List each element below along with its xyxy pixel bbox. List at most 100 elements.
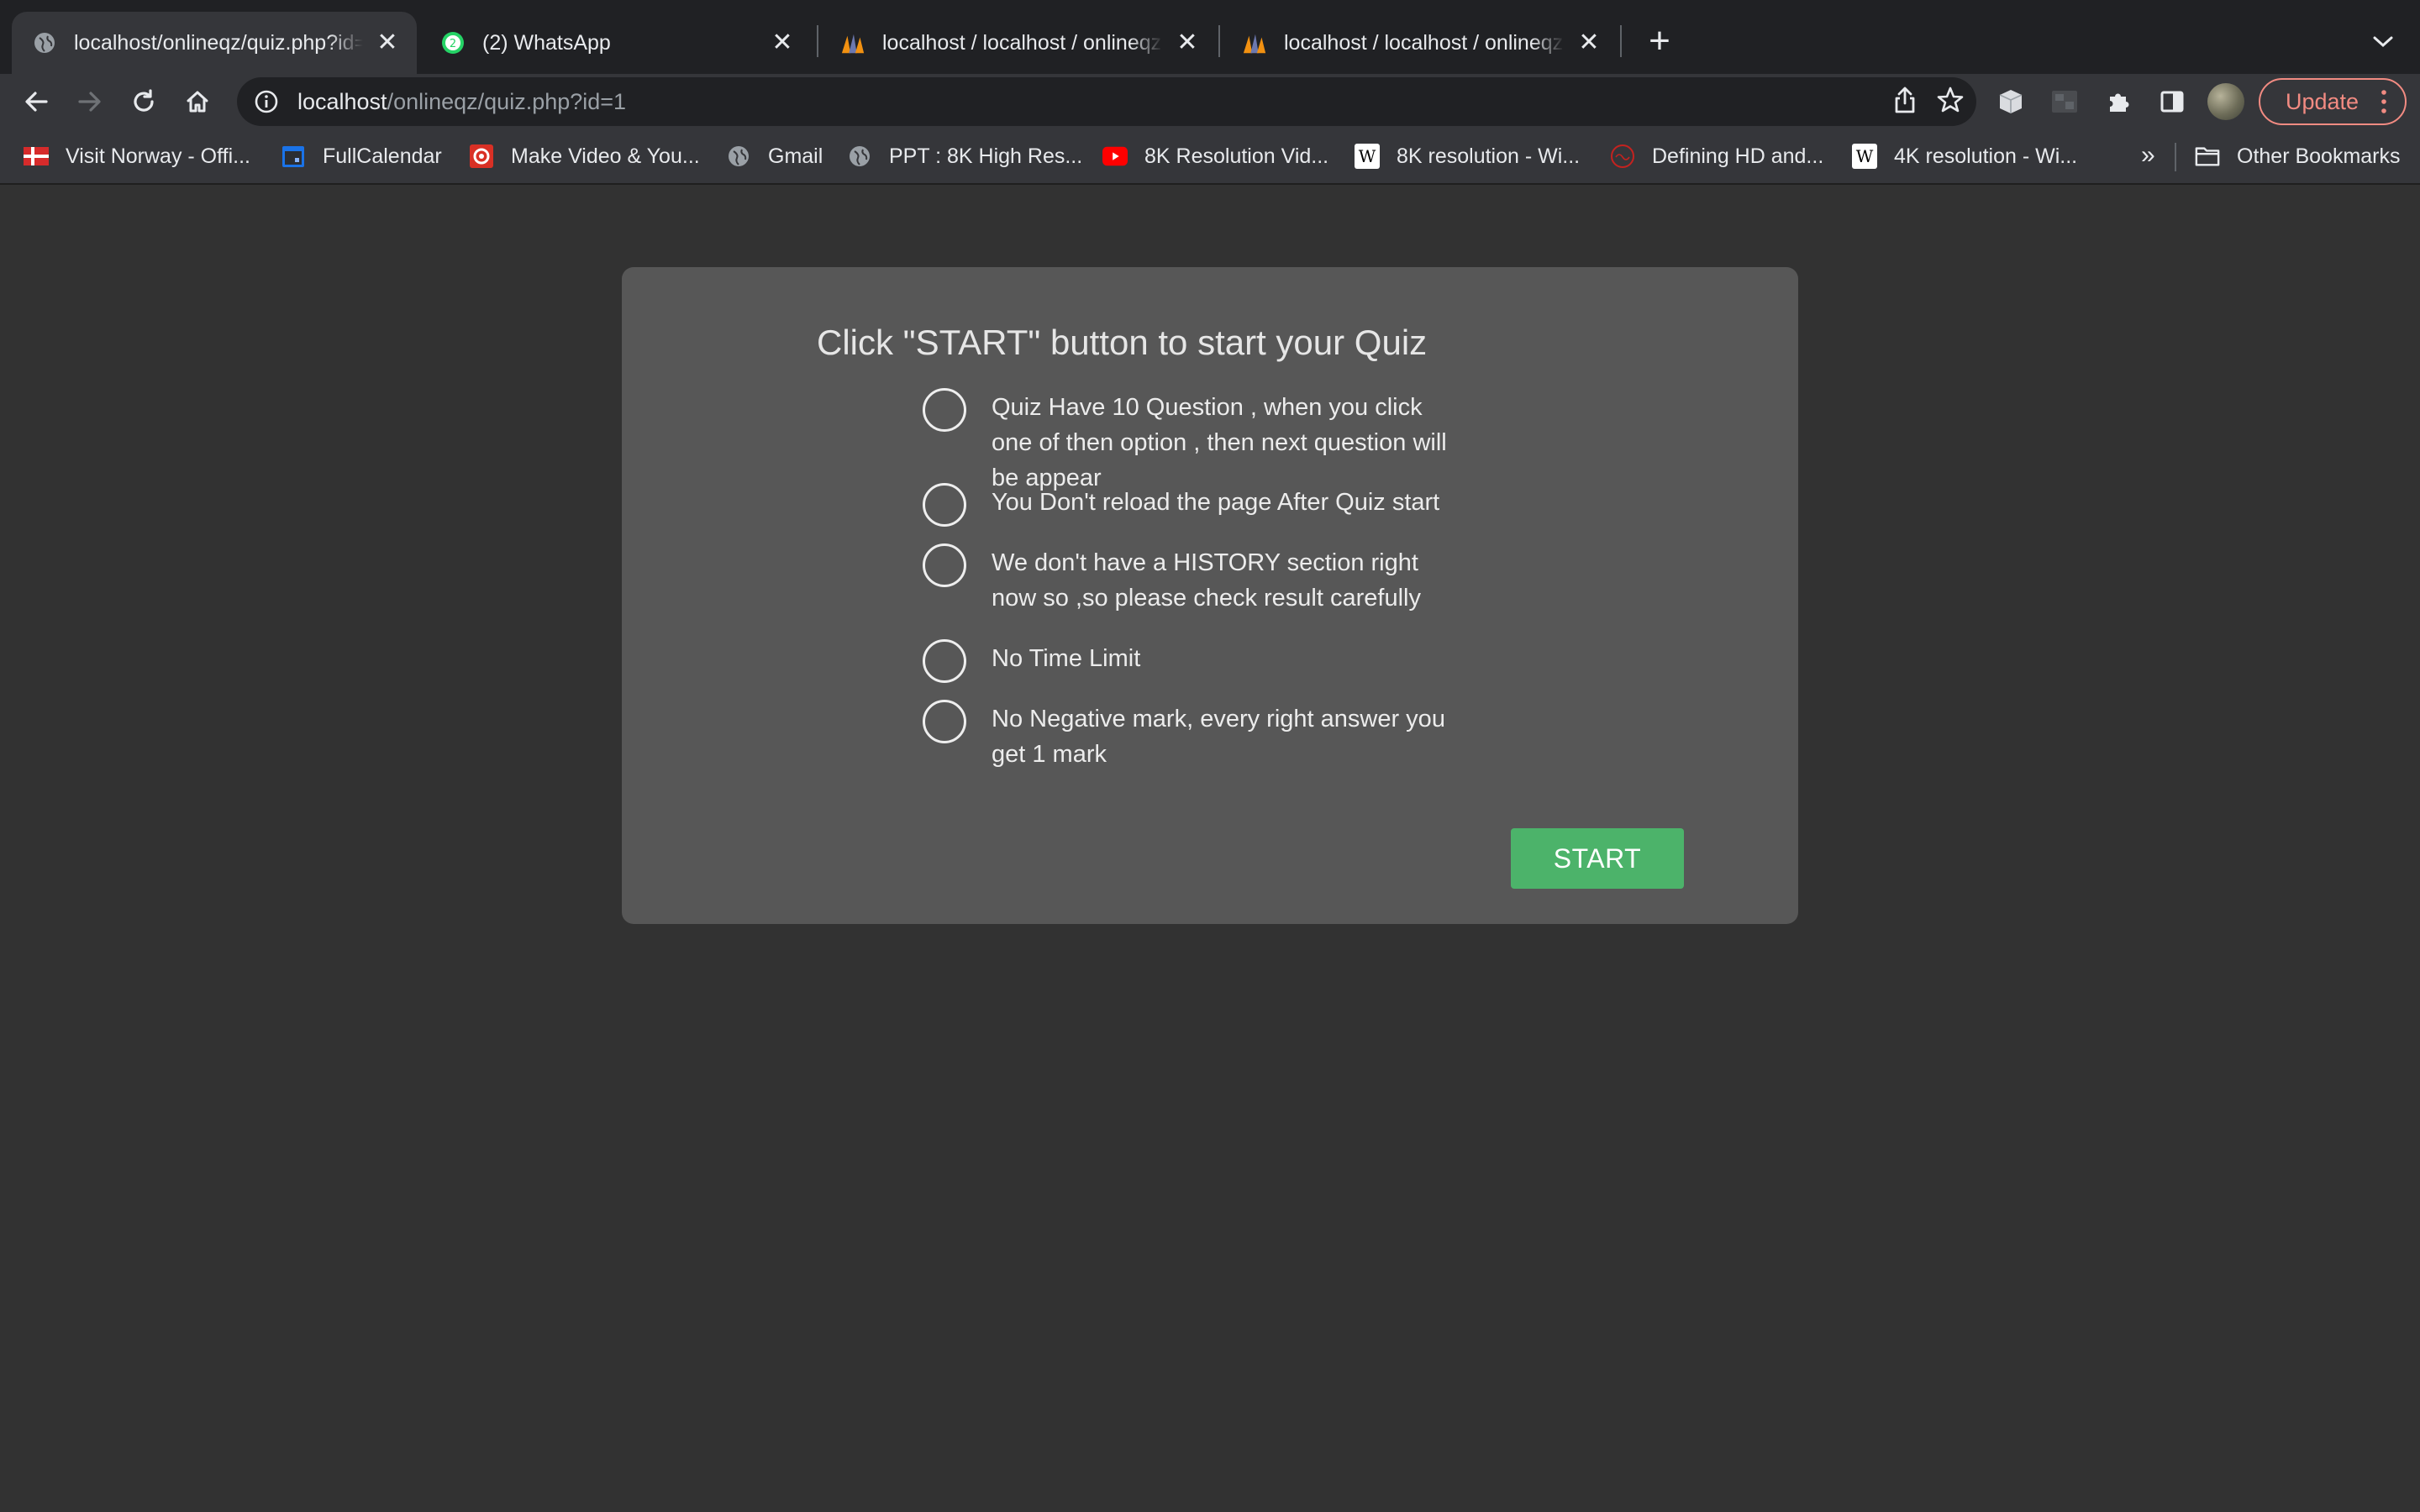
start-button[interactable]: START — [1511, 828, 1684, 889]
url-path: /onlineqz/quiz.php?id=1 — [387, 88, 627, 114]
bookmark-star-icon[interactable] — [1936, 86, 1965, 118]
other-bookmarks-button[interactable]: Other Bookmarks — [2195, 139, 2401, 173]
disabled-extension-icon[interactable] — [2044, 81, 2086, 123]
reload-button[interactable] — [123, 81, 165, 123]
page-content: Click "START" button to start your Quiz … — [0, 186, 2420, 1512]
tab-separator — [1218, 25, 1220, 57]
tab-phpmyadmin-1[interactable]: localhost / localhost / onlineqz ✕ — [820, 12, 1217, 74]
bookmark-8k-video[interactable]: 8K Resolution Vid... — [1102, 139, 1328, 173]
address-bar[interactable]: localhost/onlineqz/quiz.php?id=1 — [237, 77, 1976, 126]
bookmark-label: 8K resolution - Wi... — [1397, 144, 1581, 168]
tab-phpmyadmin-2[interactable]: localhost / localhost / onlineqz ✕ — [1222, 12, 1618, 74]
quiz-instructions-card: Click "START" button to start your Quiz … — [622, 267, 1798, 924]
puzzle-extensions-icon[interactable] — [2097, 81, 2139, 123]
more-menu-icon — [2381, 90, 2386, 113]
bookmark-label: FullCalendar — [323, 144, 442, 168]
whatsapp-badge: 2 — [450, 38, 456, 50]
bookmark-ppt-8k[interactable]: PPT : 8K High Res... — [847, 139, 1082, 173]
globe-icon — [726, 144, 751, 169]
url-host: localhost — [297, 88, 387, 114]
close-tab-icon[interactable]: ✕ — [375, 30, 400, 55]
update-button[interactable]: Update — [2259, 78, 2407, 125]
chevron-down-icon — [2373, 36, 2393, 48]
tab-search-button[interactable] — [2365, 24, 2402, 60]
close-tab-icon[interactable]: ✕ — [1576, 30, 1602, 55]
rule-text: No Time Limit — [992, 645, 1141, 672]
bookmarks-separator — [2175, 143, 2176, 171]
bookmark-visit-norway[interactable]: Visit Norway - Offi... — [24, 139, 250, 173]
home-button[interactable] — [176, 81, 218, 123]
wikipedia-icon: W — [1355, 144, 1380, 169]
close-tab-icon[interactable]: ✕ — [1175, 30, 1200, 55]
back-arrow-icon — [25, 92, 48, 112]
quiz-title: Click "START" button to start your Quiz — [817, 323, 1428, 362]
extensions-area — [1990, 81, 2247, 123]
tab-separator — [1620, 25, 1622, 57]
bookmark-4k-wiki[interactable]: W 4K resolution - Wi... — [1852, 139, 2077, 173]
bookmark-label: Visit Norway - Offi... — [66, 144, 250, 168]
rule-text: You Don't reload the page After Quiz sta… — [992, 489, 1440, 516]
close-tab-icon[interactable]: ✕ — [770, 30, 795, 55]
url-text[interactable]: localhost/onlineqz/quiz.php?id=1 — [297, 89, 626, 115]
home-icon — [187, 91, 208, 113]
profile-avatar[interactable] — [2205, 81, 2247, 123]
tab-title: localhost/onlineqz/quiz.php?id=1 — [74, 30, 363, 55]
globe-icon — [32, 30, 57, 55]
video-maker-icon — [469, 144, 494, 169]
bookmark-label: PPT : 8K High Res... — [889, 144, 1083, 168]
bookmark-defining-hd[interactable]: Defining HD and... — [1610, 139, 1823, 173]
whatsapp-icon: 2 — [440, 30, 466, 55]
tab-title: localhost / localhost / onlineqz — [1284, 30, 1564, 55]
bookmark-label: Make Video & You... — [511, 144, 700, 168]
bookmark-fullcalendar[interactable]: FullCalendar — [281, 139, 442, 173]
back-button[interactable] — [15, 81, 57, 123]
bookmark-make-video[interactable]: Make Video & You... — [469, 139, 700, 173]
rule-text: Quiz Have 10 Question , when you click o… — [992, 394, 1447, 491]
bookmark-gmail[interactable]: Gmail — [726, 139, 823, 173]
calendar-icon — [281, 144, 306, 169]
svg-text:W: W — [1856, 146, 1874, 166]
share-icon[interactable] — [1892, 86, 1918, 118]
bookmark-label: Gmail — [768, 144, 823, 168]
circle-icon — [923, 700, 966, 743]
flag-icon — [24, 144, 49, 169]
update-label: Update — [2286, 88, 2360, 114]
bookmarks-overflow-button[interactable]: » — [2141, 141, 2155, 170]
tab-quiz[interactable]: localhost/onlineqz/quiz.php?id=1 ✕ — [12, 12, 417, 74]
phpmyadmin-icon — [840, 30, 865, 55]
circle-icon — [923, 543, 966, 587]
tab-separator — [817, 25, 818, 57]
bookmark-label: 4K resolution - Wi... — [1894, 144, 2078, 168]
new-tab-button[interactable]: + — [1640, 22, 1679, 60]
avatar — [2207, 83, 2244, 120]
rule-text: We don't have a HISTORY section right no… — [992, 549, 1421, 612]
site-info-icon[interactable] — [252, 87, 281, 116]
phpmyadmin-icon — [1242, 30, 1267, 55]
circle-icon — [923, 483, 966, 527]
globe-icon — [847, 144, 872, 169]
forward-button[interactable] — [69, 81, 111, 123]
tab-strip: localhost/onlineqz/quiz.php?id=1 ✕ 2 (2)… — [0, 0, 2420, 74]
omnibox-actions — [1892, 81, 1965, 123]
youtube-icon — [1102, 144, 1128, 169]
circle-icon — [923, 388, 966, 432]
wikipedia-icon: W — [1852, 144, 1877, 169]
rule-text: No Negative mark, every right answer you… — [992, 706, 1445, 768]
site-icon — [1610, 144, 1635, 169]
svg-text:W: W — [1359, 146, 1376, 166]
folder-icon — [2195, 144, 2220, 169]
forward-arrow-icon — [78, 92, 101, 112]
circle-icon — [923, 639, 966, 683]
reload-icon — [134, 89, 154, 112]
browser-toolbar: localhost/onlineqz/quiz.php?id=1 Update — [0, 74, 2420, 129]
tab-whatsapp[interactable]: 2 (2) WhatsApp ✕ — [420, 12, 812, 74]
side-panel-icon[interactable] — [2151, 81, 2193, 123]
bookmark-label: Defining HD and... — [1652, 144, 1824, 168]
bookmark-label: 8K Resolution Vid... — [1144, 144, 1329, 168]
tab-title: (2) WhatsApp — [482, 30, 611, 55]
tab-title: localhost / localhost / onlineqz — [882, 30, 1162, 55]
bookmarks-bar: Visit Norway - Offi... FullCalendar Make… — [0, 129, 2420, 185]
bookmark-8k-wiki[interactable]: W 8K resolution - Wi... — [1355, 139, 1580, 173]
bookmark-label: Other Bookmarks — [2237, 144, 2401, 168]
cube-extension-icon[interactable] — [1990, 81, 2032, 123]
